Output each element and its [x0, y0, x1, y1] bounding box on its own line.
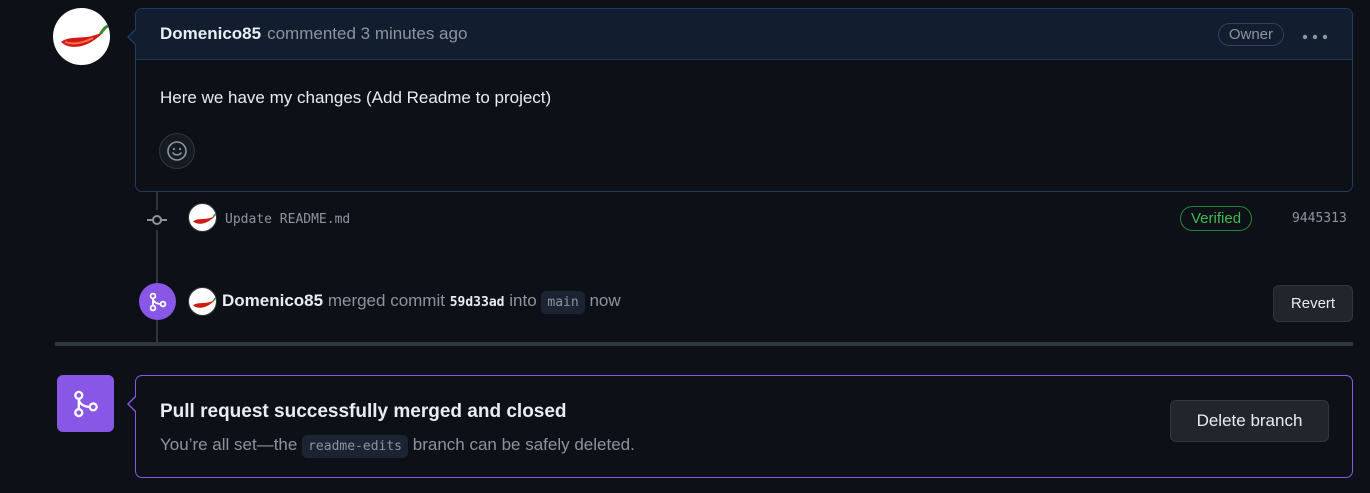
chili-pepper-avatar-icon [193, 212, 216, 224]
timeline-divider [55, 342, 1353, 346]
git-merge-icon [73, 390, 98, 417]
add-reaction-button[interactable] [159, 133, 195, 169]
chili-pepper-avatar-icon [193, 296, 216, 308]
comment-box: Domenico85 commented 3 minutes ago Owner… [127, 8, 1353, 192]
comment-pointer-fill [129, 29, 137, 45]
head-branch-link[interactable]: readme-edits [302, 435, 409, 458]
revert-button[interactable]: Revert [1273, 285, 1353, 322]
comment-body: Here we have my changes (Add Readme to p… [160, 88, 552, 107]
git-merge-icon [149, 292, 166, 311]
merge-author-avatar[interactable] [188, 287, 217, 316]
comment-timestamp[interactable]: commented 3 minutes ago [267, 24, 467, 44]
git-commit-icon [147, 210, 167, 230]
target-branch-link[interactable]: main [541, 291, 585, 314]
verified-badge[interactable]: Verified [1180, 206, 1253, 231]
commit-row: Update README.md Verified 9445313 [0, 203, 1370, 235]
merged-sub-prefix: You’re all set—the [160, 435, 298, 454]
merged-sub-suffix: branch can be safely deleted. [412, 435, 635, 454]
commit-author-avatar[interactable] [188, 203, 217, 232]
merge-event-text: Domenico85 merged commit 59d33ad into ma… [222, 291, 621, 314]
merged-box-pointer-fill [129, 396, 137, 412]
merged-status-subtitle: You’re all set—the readme-edits branch c… [160, 435, 635, 458]
comment-author-link[interactable]: Domenico85 [160, 24, 261, 44]
commit-sha-link[interactable]: 9445313 [1292, 211, 1347, 226]
smiley-icon [167, 141, 187, 161]
chili-pepper-avatar-icon [61, 24, 110, 47]
merged-status-title: Pull request successfully merged and clo… [160, 401, 567, 422]
merge-action-text: merged commit [327, 291, 445, 310]
merge-commit-link[interactable]: 59d33ad [450, 295, 505, 310]
merge-event: Domenico85 merged commit 59d33ad into ma… [0, 283, 1370, 323]
merged-status-box: Pull request successfully merged and clo… [127, 375, 1353, 478]
merge-author-link[interactable]: Domenico85 [222, 291, 323, 310]
merged-status-badge [57, 375, 114, 432]
commit-message-link[interactable]: Update README.md [225, 212, 350, 227]
kebab-horizontal-icon[interactable] [1302, 24, 1328, 45]
comment-header: Domenico85 commented 3 minutes ago Owner [136, 9, 1352, 60]
merge-into-text: into [509, 291, 537, 310]
merge-time-text[interactable]: now [589, 291, 620, 310]
delete-branch-button[interactable]: Delete branch [1170, 400, 1329, 442]
owner-badge: Owner [1217, 22, 1284, 46]
comment-author-avatar[interactable] [53, 8, 110, 65]
merge-event-badge [139, 283, 176, 320]
